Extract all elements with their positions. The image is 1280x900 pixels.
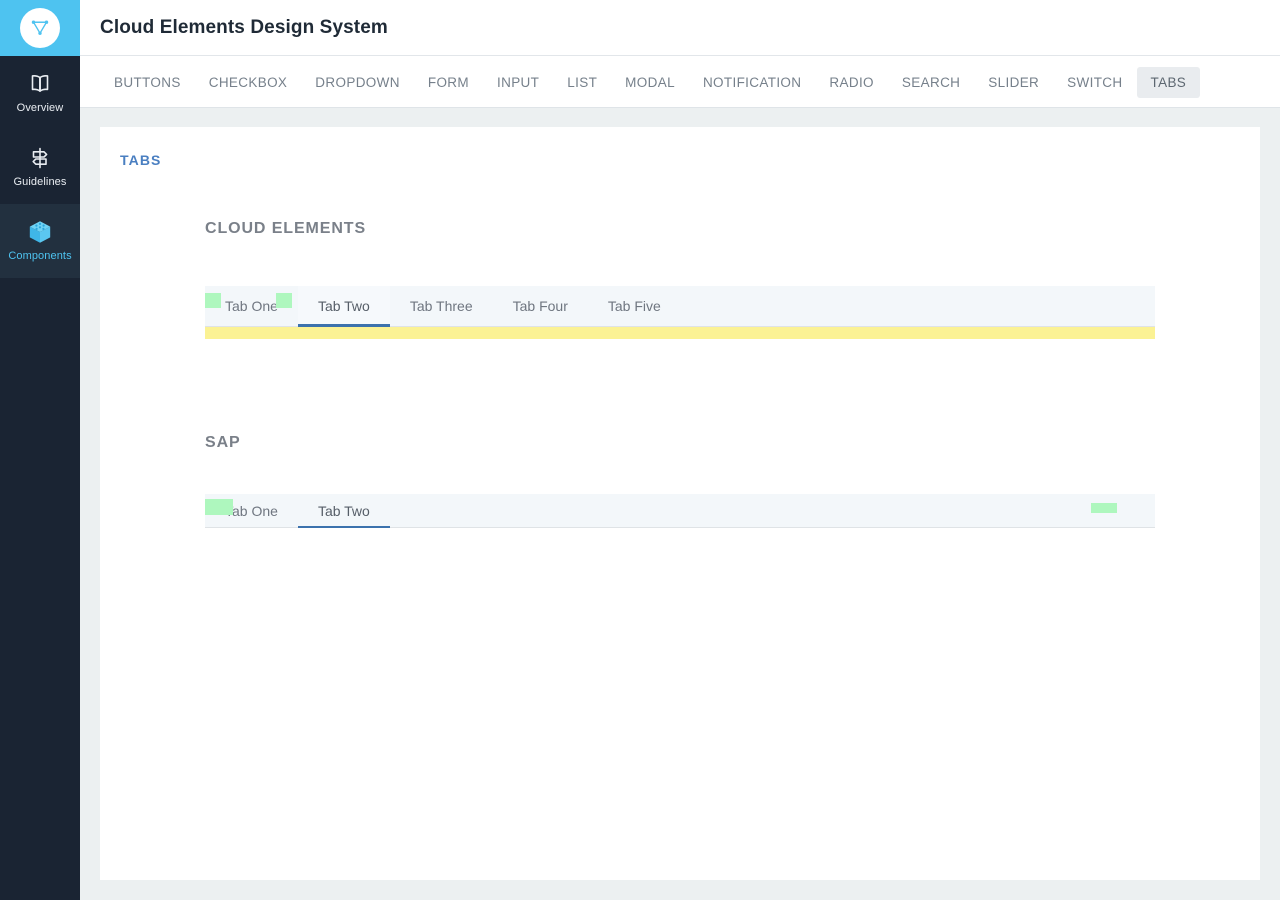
tab-four[interactable]: Tab Four: [493, 286, 588, 326]
nav-item-dropdown[interactable]: DROPDOWN: [301, 67, 414, 98]
page-title: Cloud Elements Design System: [100, 16, 388, 38]
nav-item-slider[interactable]: SLIDER: [974, 67, 1053, 98]
nav-item-notification[interactable]: NOTIFICATION: [689, 67, 815, 98]
nav-item-form[interactable]: FORM: [414, 67, 483, 98]
nav-item-modal[interactable]: MODAL: [611, 67, 689, 98]
nav-item-search[interactable]: SEARCH: [888, 67, 974, 98]
nav-item-radio[interactable]: RADIO: [815, 67, 888, 98]
logo-circle: [20, 8, 60, 48]
app-logo[interactable]: [0, 0, 80, 56]
nav-item-tabs[interactable]: TABS: [1136, 66, 1201, 98]
sidebar-item-overview[interactable]: Overview: [0, 56, 80, 130]
nav-item-checkbox[interactable]: CHECKBOX: [195, 67, 302, 98]
tabstrip-cloud-elements: Tab One Tab Two Tab Three Tab Four Tab F…: [205, 286, 1155, 327]
component-nav-tabs: BUTTONS CHECKBOX DROPDOWN FORM INPUT LIS…: [80, 57, 1280, 108]
tab-three[interactable]: Tab Three: [390, 286, 493, 326]
demo-section-sap: SAP Tab One Tab Two: [205, 434, 1155, 528]
nav-item-switch[interactable]: SWITCH: [1053, 67, 1136, 98]
demo-section-title: CLOUD ELEMENTS: [205, 220, 367, 237]
tab-one[interactable]: Tab One: [205, 494, 298, 527]
tabstrip-sap: Tab One Tab Two: [205, 494, 1155, 528]
cloud-elements-logo-icon: [31, 20, 49, 35]
sidebar-item-label: Guidelines: [13, 176, 67, 188]
tabstrip-underline-band: [205, 327, 1155, 339]
sidebar-item-label: Components: [8, 250, 72, 262]
nav-item-buttons[interactable]: BUTTONS: [100, 67, 195, 98]
demo-section-title: SAP: [205, 434, 241, 451]
signpost-icon: [27, 145, 53, 171]
nav-item-input[interactable]: INPUT: [483, 67, 553, 98]
app-header: Cloud Elements Design System: [80, 0, 1280, 56]
book-icon: [27, 71, 53, 97]
tab-two[interactable]: Tab Two: [297, 494, 390, 528]
app-root: Overview Guidelines Components Cloud Ele…: [0, 0, 1280, 900]
nav-item-list[interactable]: LIST: [553, 67, 611, 98]
card-heading: TABS: [120, 152, 162, 168]
tab-one[interactable]: Tab One: [205, 286, 298, 326]
sidebar: Overview Guidelines Components: [0, 0, 80, 900]
cube-icon: [26, 219, 54, 245]
content-card: TABS CLOUD ELEMENTS Tab One Tab Two Tab …: [100, 127, 1260, 880]
sidebar-item-guidelines[interactable]: Guidelines: [0, 130, 80, 204]
sidebar-item-label: Overview: [16, 102, 64, 114]
tab-five[interactable]: Tab Five: [588, 286, 681, 326]
demo-section-cloud-elements: CLOUD ELEMENTS Tab One Tab Two Tab Three…: [205, 220, 1155, 339]
sidebar-item-components[interactable]: Components: [0, 204, 80, 278]
tab-two[interactable]: Tab Two: [297, 286, 390, 327]
